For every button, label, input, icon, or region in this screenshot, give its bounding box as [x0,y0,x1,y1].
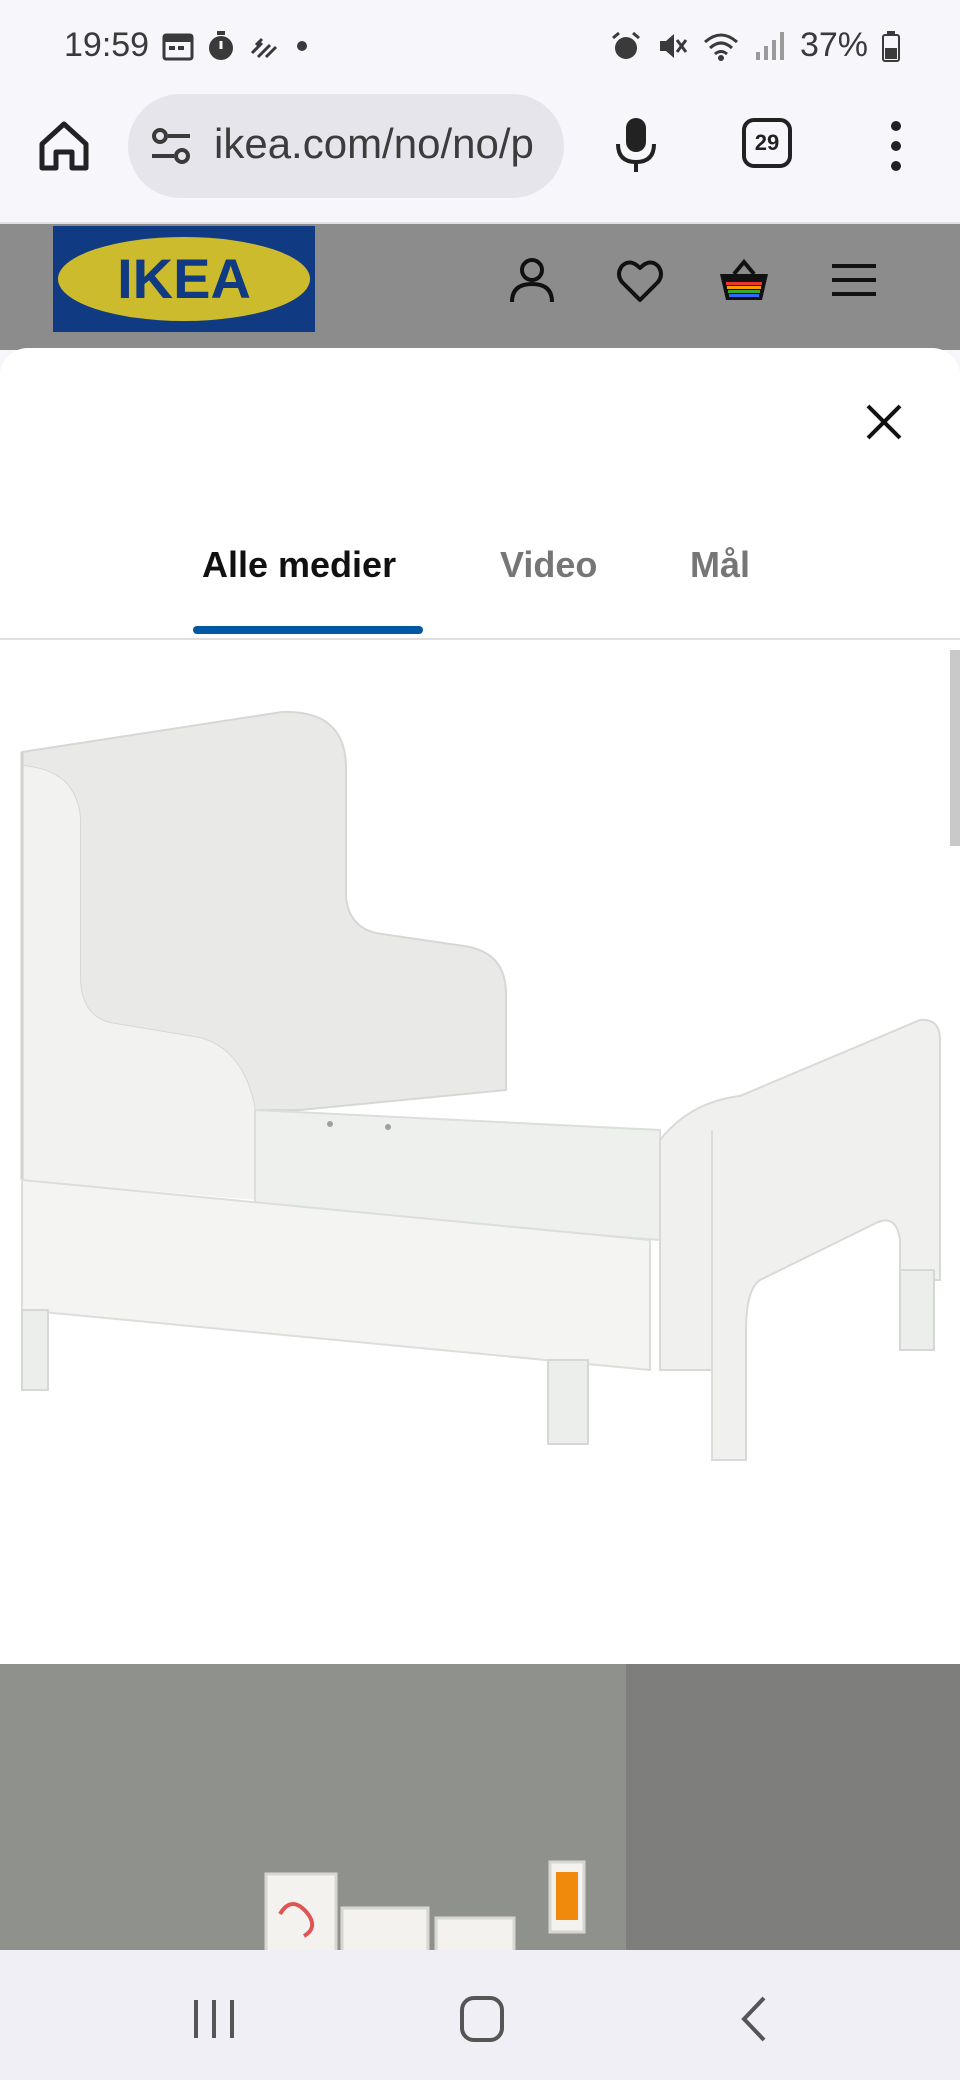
account-icon[interactable] [506,254,558,306]
room-scene-art [0,1664,960,1950]
tab-switcher-button[interactable]: 29 [742,118,792,168]
battery-icon [882,30,900,62]
notification-icons [162,30,312,62]
timer-icon [209,31,233,60]
tab-all-media[interactable]: Alle medier [202,544,396,586]
back-icon[interactable] [724,1994,784,2044]
logo-mark: IKEA [58,237,310,321]
media-gallery[interactable] [0,640,960,1950]
more-vert-icon[interactable] [880,120,912,172]
tab-video[interactable]: Video [500,544,597,586]
calendar-icon [162,33,194,61]
mic-icon[interactable] [612,116,660,174]
product-image[interactable] [0,640,950,1660]
recents-icon[interactable] [184,1994,244,2044]
hamburger-icon[interactable] [828,254,880,306]
ikea-logo-text: IKEA [117,247,251,310]
battery-percent: 37% [799,26,868,64]
home-circle-icon[interactable] [452,1994,512,2044]
active-tab-indicator [193,626,423,634]
status-bar: 19:59 37% [0,0,960,88]
tab-dimensions[interactable]: Mål [690,544,750,586]
browser-toolbar: ikea.com/no/no/p 29 [0,88,960,224]
heart-icon[interactable] [614,254,666,306]
status-time: 19:59 [64,26,150,64]
ikea-logo[interactable]: IKEA [53,226,315,332]
site-header: IKEA [0,224,960,350]
close-icon[interactable] [862,400,906,444]
address-bar[interactable]: ikea.com/no/no/p [128,94,564,198]
wifi-icon [703,33,738,61]
system-icons: 37% [610,26,900,65]
basket-icon[interactable] [718,254,770,306]
gallery-scrollbar[interactable] [950,650,960,846]
system-nav-bar [0,1950,960,2080]
url-text: ikea.com/no/no/p [214,120,534,167]
dot-icon [297,41,307,51]
room-scene-image[interactable] [0,1664,960,1950]
weather-icon [250,37,278,59]
site-settings-icon[interactable] [150,126,192,166]
mute-icon [659,33,688,58]
alarm-icon [611,31,640,59]
media-modal: Alle medier Video Mål [0,348,960,1950]
signal-icon [755,31,784,60]
home-icon[interactable] [36,118,92,174]
